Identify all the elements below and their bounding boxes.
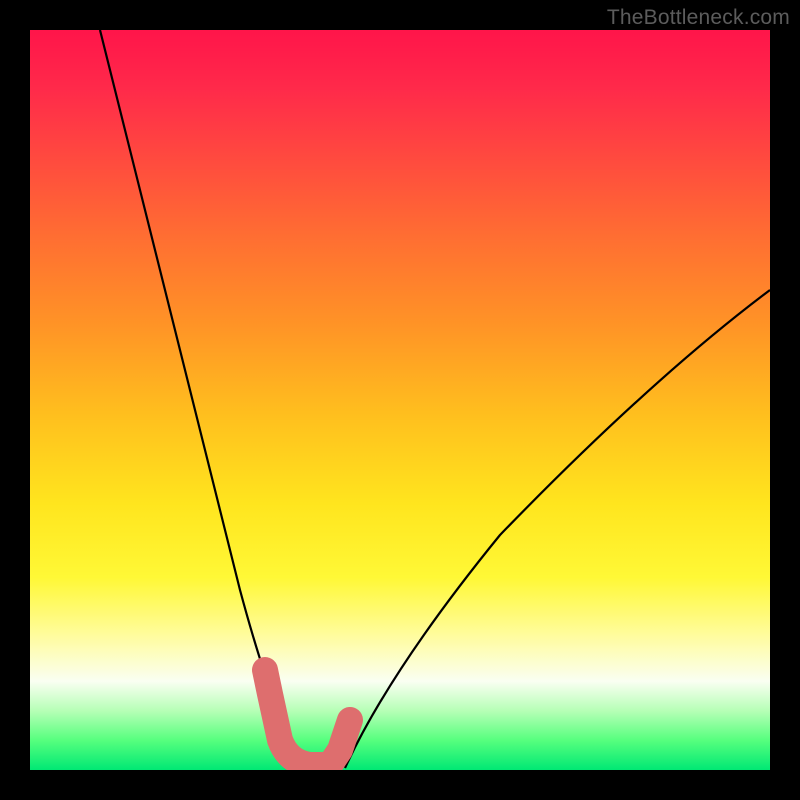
chart-plot-area bbox=[30, 30, 770, 770]
watermark-text: TheBottleneck.com bbox=[607, 6, 790, 30]
right-curve bbox=[345, 290, 770, 768]
chart-svg bbox=[30, 30, 770, 770]
valley-accent-marker bbox=[265, 670, 350, 765]
left-curve bbox=[100, 30, 305, 768]
